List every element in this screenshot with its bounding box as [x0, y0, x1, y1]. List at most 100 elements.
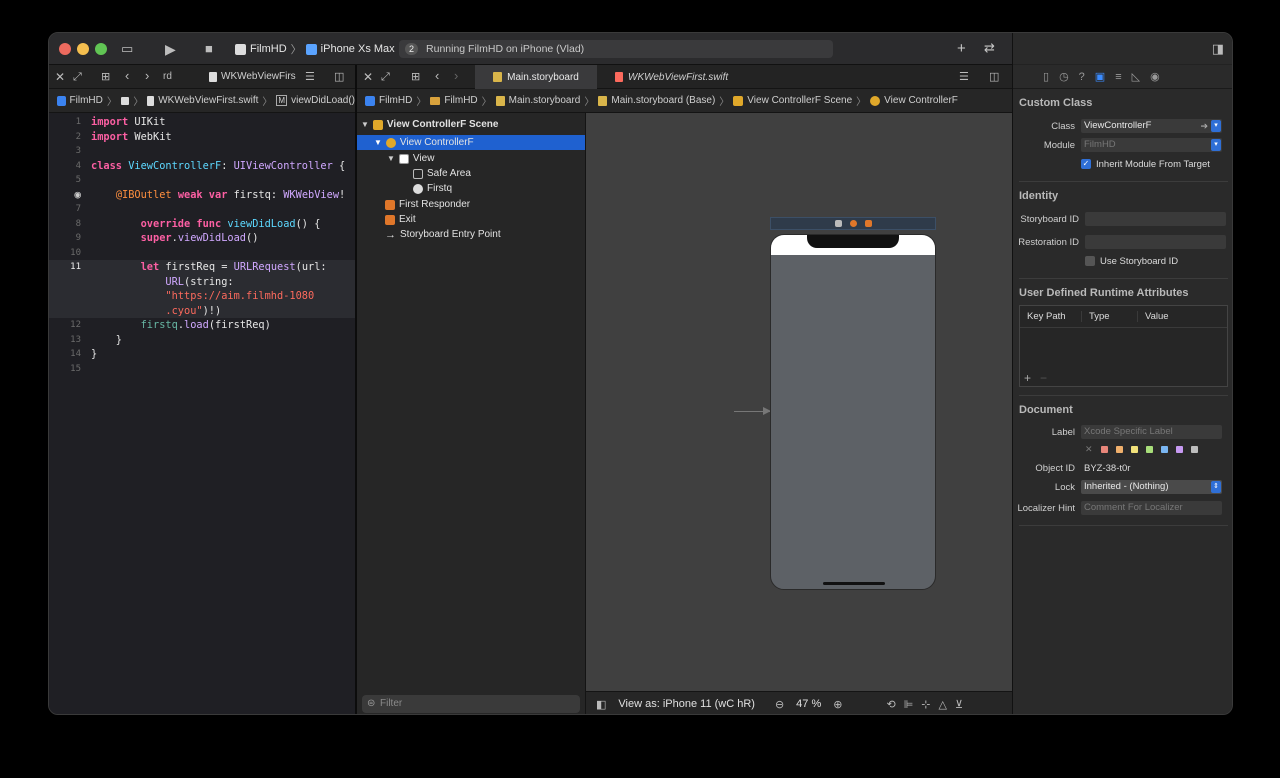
go-to-class-icon[interactable]: ➔ [1200, 119, 1208, 133]
tab-wkwebviewfirst-swift[interactable]: WKWebViewFirst.swift [615, 65, 728, 89]
clear-color-icon[interactable]: ✕ [1085, 444, 1093, 455]
close-icon[interactable]: ✕ [363, 69, 373, 85]
restoration-id-field[interactable] [1085, 235, 1226, 249]
inherit-module-checkbox[interactable]: ✓ [1081, 159, 1091, 169]
jump-group[interactable]: FilmHD [444, 95, 477, 106]
align-icon[interactable]: ⊫ [904, 698, 914, 711]
outline-toggle-icon[interactable]: ◧ [596, 698, 606, 711]
size-inspector-icon[interactable]: ◺ [1132, 70, 1140, 83]
color-swatch-orange[interactable] [1115, 445, 1123, 453]
file-inspector-icon[interactable]: ▯ [1043, 70, 1049, 83]
outline-firstq[interactable]: Firstq [413, 181, 452, 196]
jump-project[interactable]: FilmHD [379, 95, 412, 106]
color-swatch-blue[interactable] [1160, 445, 1168, 453]
storyboard-canvas[interactable] [586, 113, 1012, 691]
class-field[interactable]: ViewControllerF ➔ ▾ [1081, 119, 1222, 133]
localizer-hint-field[interactable]: Comment For Localizer [1081, 501, 1222, 515]
zoom-out-icon[interactable]: ⊖ [775, 698, 784, 711]
entry-point-arrow[interactable] [734, 407, 771, 415]
back-chevron-icon[interactable]: ‹ [125, 68, 129, 84]
identity-inspector-icon[interactable]: ▣ [1095, 70, 1105, 83]
iphone-frame[interactable] [770, 234, 936, 590]
disclosure-down-icon[interactable]: ▼ [374, 138, 382, 147]
history-inspector-icon[interactable]: ◷ [1059, 70, 1069, 83]
expand-icon[interactable]: ⤢ [381, 69, 390, 85]
jump-storyboard[interactable]: Main.storyboard [509, 95, 581, 106]
update-frames-icon[interactable]: ⟲ [886, 698, 895, 711]
color-swatch-red[interactable] [1100, 445, 1108, 453]
grid-icon[interactable]: ⊞ [411, 69, 420, 85]
split-editor-icon[interactable]: ◫ [334, 69, 344, 85]
col-key-path[interactable]: Key Path [1020, 311, 1082, 322]
back-chevron-icon[interactable]: ‹ [435, 68, 439, 84]
tab-wkwebviewfirst[interactable]: WKWebViewFirs [209, 71, 296, 82]
lock-select[interactable]: Inherited - (Nothing) ⇕ [1081, 480, 1222, 494]
status-badge[interactable]: 2 [405, 43, 419, 55]
library-plus-icon[interactable]: + [957, 40, 966, 57]
module-field[interactable]: FilmHD ▾ [1081, 138, 1222, 152]
outline-view-controller[interactable]: ▼ View ControllerF [357, 135, 585, 150]
col-type[interactable]: Type [1082, 311, 1138, 322]
list-icon[interactable]: ☰ [959, 69, 969, 85]
split-editor-icon[interactable]: ◫ [989, 69, 999, 85]
color-swatch-purple[interactable] [1175, 445, 1183, 453]
resolve-autolayout-icon[interactable]: △ [939, 698, 947, 711]
jump-scene[interactable]: View ControllerF Scene [747, 95, 852, 106]
zoom-level[interactable]: 47 % [796, 698, 821, 710]
color-swatch-green[interactable] [1145, 445, 1153, 453]
color-swatch-yellow[interactable] [1130, 445, 1138, 453]
tab-storyboard-partial[interactable]: rd [163, 71, 172, 82]
col-value[interactable]: Value [1138, 311, 1169, 322]
close-icon[interactable]: ✕ [55, 69, 65, 85]
connections-inspector-icon[interactable]: ◉ [1150, 70, 1160, 83]
inspector-toggle-icon[interactable]: ◨ [1212, 41, 1224, 57]
add-attribute-button[interactable]: + [1024, 371, 1031, 385]
runtime-attributes-table[interactable]: Key Path Type Value + − [1019, 305, 1228, 387]
close-window-button[interactable] [59, 43, 71, 55]
list-icon[interactable]: ☰ [305, 69, 315, 85]
view-as-button[interactable]: View as: iPhone 11 (wC hR) [618, 698, 755, 710]
use-storyboard-id-checkbox[interactable] [1085, 256, 1095, 266]
forward-chevron-icon[interactable]: › [145, 68, 149, 84]
scene-dock[interactable] [770, 217, 936, 230]
chevron-down-icon[interactable]: ▾ [1211, 120, 1221, 132]
code-editor[interactable]: 1 import UIKit 2 import WebKit 3 4 class Vi… [49, 113, 355, 714]
forward-chevron-icon[interactable]: › [454, 68, 458, 84]
outline-view[interactable]: ▼ View [387, 151, 434, 166]
chevron-down-icon[interactable]: ▾ [1211, 139, 1221, 151]
embed-in-icon[interactable]: ⊻ [955, 698, 963, 711]
scheme-selector[interactable]: FilmHD 〉 iPhone Xs Max [235, 40, 395, 58]
run-button[interactable]: ▶ [165, 41, 176, 57]
minimize-window-button[interactable] [77, 43, 89, 55]
code-review-icon[interactable]: ⇄ [984, 40, 995, 56]
color-swatch-gray[interactable] [1190, 445, 1198, 453]
folder-icon[interactable] [120, 96, 130, 105]
label-field[interactable]: Xcode Specific Label [1081, 425, 1222, 439]
disclosure-down-icon[interactable]: ▼ [361, 120, 369, 129]
help-inspector-icon[interactable]: ? [1079, 71, 1085, 83]
jump-project[interactable]: FilmHD [70, 95, 103, 106]
tab-main-storyboard[interactable]: Main.storyboard [475, 65, 597, 89]
outline-filter-input[interactable]: ⊜ Filter [362, 695, 580, 713]
add-constraints-icon[interactable]: ⊹ [921, 698, 930, 711]
outline-scene[interactable]: ▼ View ControllerF Scene [361, 117, 498, 132]
expand-icon[interactable]: ⤢ [73, 69, 82, 85]
navigator-toggle-icon[interactable]: ▭ [121, 41, 133, 57]
outline-exit[interactable]: Exit [385, 212, 416, 227]
first-responder-dock-icon[interactable] [849, 220, 857, 227]
remove-attribute-button[interactable]: − [1040, 371, 1047, 385]
stop-button[interactable]: ■ [205, 41, 213, 57]
jump-storyboard-base[interactable]: Main.storyboard (Base) [611, 95, 715, 106]
outline-entry-point[interactable]: → Storyboard Entry Point [385, 227, 501, 242]
jump-file[interactable]: WKWebViewFirst.swift [158, 95, 258, 106]
attributes-inspector-icon[interactable]: ≡ [1115, 71, 1121, 83]
view-controller-dock-icon[interactable] [834, 220, 842, 227]
jump-method[interactable]: viewDidLoad() [291, 95, 355, 106]
storyboard-id-field[interactable] [1085, 212, 1226, 226]
zoom-in-icon[interactable]: ⊕ [833, 698, 842, 711]
exit-dock-icon[interactable] [864, 220, 872, 227]
grid-icon[interactable]: ⊞ [101, 69, 110, 85]
outline-safe-area[interactable]: Safe Area [413, 166, 471, 181]
disclosure-down-icon[interactable]: ▼ [387, 154, 395, 163]
outline-first-responder[interactable]: First Responder [385, 197, 470, 212]
